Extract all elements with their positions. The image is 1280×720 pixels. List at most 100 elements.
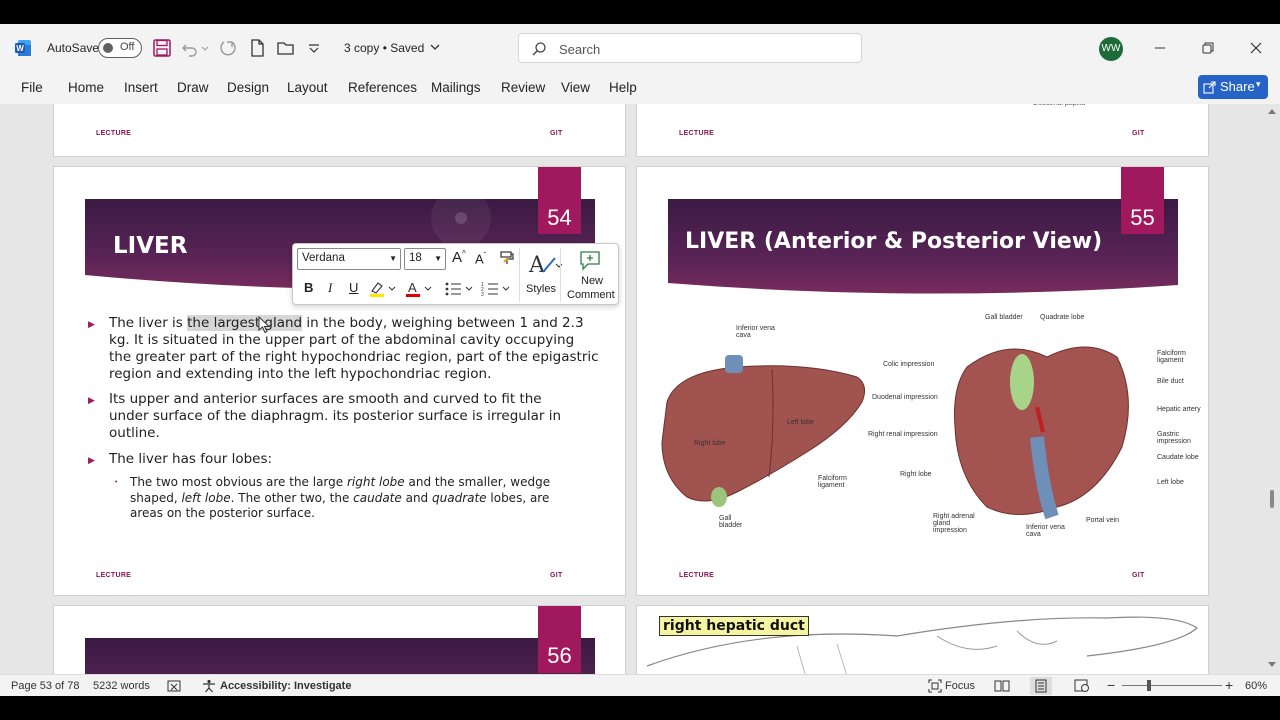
restore-icon[interactable] xyxy=(1198,38,1218,58)
selected-text[interactable]: the largest gland xyxy=(187,315,303,331)
tab-draw[interactable]: Draw xyxy=(177,80,209,95)
label-inferior-vena-cava: Inferior vena cava xyxy=(736,325,775,339)
slide-title-banner xyxy=(85,638,595,674)
save-icon[interactable] xyxy=(152,38,172,58)
shrink-font-icon[interactable]: Aˇ xyxy=(475,251,486,266)
sub-bullet-text[interactable]: The two most obvious are the large right… xyxy=(130,475,580,522)
label-right-lobe-posterior: Right lobe xyxy=(900,471,932,478)
label-right-adrenal-gland-impression: Right adrenal gland impression xyxy=(933,513,975,534)
redo-icon[interactable] xyxy=(218,38,238,58)
label-hepatic-artery: Hepatic artery xyxy=(1157,406,1201,413)
web-layout-icon[interactable] xyxy=(1074,679,1090,693)
new-comment-label-2[interactable]: Comment xyxy=(567,289,615,301)
page-slide-55: LIVER (Anterior & Posterior View) 55 Inf… xyxy=(636,166,1209,596)
bullet-marker: ▶ xyxy=(88,395,95,405)
label-right-lobe: Right lobe xyxy=(694,440,726,447)
autosave-toggle[interactable]: Off xyxy=(98,38,142,58)
vertical-scrollbar[interactable] xyxy=(1264,104,1280,674)
read-mode-icon[interactable] xyxy=(994,679,1010,693)
new-comment-icon[interactable] xyxy=(578,249,602,271)
zoom-slider[interactable] xyxy=(1122,685,1222,686)
font-color-icon[interactable]: A xyxy=(405,280,433,298)
grow-font-icon[interactable]: A^ xyxy=(452,249,466,266)
new-document-icon[interactable] xyxy=(247,38,267,58)
label-inferior-vena-cava-posterior: Inferior vena cava xyxy=(1026,524,1065,538)
search-box[interactable]: Search xyxy=(518,33,862,63)
focus-label[interactable]: Focus xyxy=(945,680,975,692)
bullet-1-text[interactable]: The liver is the largest gland in the bo… xyxy=(109,315,599,383)
page-top-right: Duodenal papilla LECTURE GIT xyxy=(636,104,1209,157)
label-falciform-ligament: Falciform ligament xyxy=(818,475,847,489)
label-portal-vein: Portal vein xyxy=(1086,517,1120,524)
bullets-list-icon[interactable] xyxy=(444,280,474,298)
zoom-in-icon[interactable]: + xyxy=(1225,677,1233,693)
label-right-renal-impression: Right renal impression xyxy=(868,431,938,438)
font-name-select[interactable]: Verdana ▼ xyxy=(297,248,401,270)
title-bar: W AutoSave Off 3 copy • Saved Search WW xyxy=(0,24,1280,72)
bullet-2-text[interactable]: Its upper and anterior surfaces are smoo… xyxy=(109,391,579,442)
zoom-slider-thumb[interactable] xyxy=(1147,680,1151,691)
sub-text-italic: quadrate xyxy=(432,490,487,505)
font-size-select[interactable]: 18 ▼ xyxy=(404,248,446,270)
accessibility-status[interactable]: Accessibility: Investigate xyxy=(220,680,351,692)
italic-button[interactable]: I xyxy=(328,280,332,296)
zoom-out-icon[interactable]: − xyxy=(1107,677,1115,693)
footer-lecture: LECTURE xyxy=(96,572,132,579)
accessibility-icon[interactable] xyxy=(201,679,217,693)
styles-label[interactable]: Styles xyxy=(526,283,556,295)
new-comment-label-1[interactable]: New xyxy=(581,275,603,287)
autosave-label: AutoSave xyxy=(47,41,100,55)
liver-posterior-illustration xyxy=(954,346,1129,520)
zoom-level[interactable]: 60% xyxy=(1245,680,1267,692)
tab-view[interactable]: View xyxy=(561,80,590,95)
undo-icon[interactable] xyxy=(180,38,200,58)
undo-dropdown-icon[interactable] xyxy=(200,38,210,58)
bullet-1-pre: The liver is xyxy=(109,315,188,331)
tab-review[interactable]: Review xyxy=(501,80,545,95)
word-count[interactable]: 5232 words xyxy=(93,680,150,692)
tab-mailings[interactable]: Mailings xyxy=(431,80,481,95)
underline-button[interactable]: U xyxy=(349,280,358,295)
footer-lecture: LECTURE xyxy=(679,572,715,579)
label-right-hepatic-duct: right hepatic duct xyxy=(659,616,809,636)
label-left-lobe: Left lobe xyxy=(787,419,814,426)
share-icon xyxy=(1203,81,1216,94)
styles-icon[interactable]: A xyxy=(527,250,563,278)
proofing-icon[interactable] xyxy=(166,679,182,693)
print-layout-view-button[interactable] xyxy=(1030,677,1052,695)
bold-button[interactable]: B xyxy=(304,280,313,295)
bullet-3-text[interactable]: The liver has four lobes: xyxy=(109,451,579,468)
partial-diagram-label: Duodenal papilla xyxy=(1033,104,1085,107)
toggle-knob xyxy=(103,43,113,53)
highlight-color-icon[interactable] xyxy=(369,280,397,298)
close-icon[interactable] xyxy=(1246,38,1266,58)
numbered-list-icon[interactable]: 123 xyxy=(481,280,511,298)
document-canvas[interactable]: LECTURE GIT Duodenal papilla LECTURE GIT… xyxy=(0,104,1280,674)
open-folder-icon[interactable] xyxy=(276,38,296,58)
document-title[interactable]: 3 copy • Saved xyxy=(344,41,424,55)
tab-design[interactable]: Design xyxy=(227,80,269,95)
tab-file[interactable]: File xyxy=(21,80,43,95)
bullet-marker: ▶ xyxy=(88,455,95,465)
focus-icon[interactable] xyxy=(928,679,942,693)
sub-text-italic: caudate xyxy=(353,490,402,505)
sub-text: . The other two, the xyxy=(230,490,354,505)
page-count[interactable]: Page 53 of 78 xyxy=(11,680,80,692)
label-gall-bladder: Gall bladder xyxy=(719,515,743,529)
slide-number: 54 xyxy=(538,167,581,234)
share-label: Share xyxy=(1220,79,1255,94)
title-chevron-down-icon[interactable] xyxy=(428,40,442,54)
footer-git: GIT xyxy=(1132,572,1145,579)
tab-references[interactable]: References xyxy=(348,80,417,95)
share-dropdown-icon: ▾ xyxy=(1256,79,1261,89)
toolbar-divider xyxy=(560,248,561,302)
tab-layout[interactable]: Layout xyxy=(287,80,328,95)
minimize-icon[interactable] xyxy=(1150,38,1170,58)
user-avatar[interactable]: WW xyxy=(1099,37,1123,61)
format-painter-icon[interactable] xyxy=(499,250,515,266)
share-button[interactable]: Share ▾ xyxy=(1198,75,1268,99)
customize-toolbar-icon[interactable] xyxy=(306,38,322,58)
tab-home[interactable]: Home xyxy=(68,80,104,95)
tab-help[interactable]: Help xyxy=(609,80,637,95)
tab-insert[interactable]: Insert xyxy=(124,80,158,95)
